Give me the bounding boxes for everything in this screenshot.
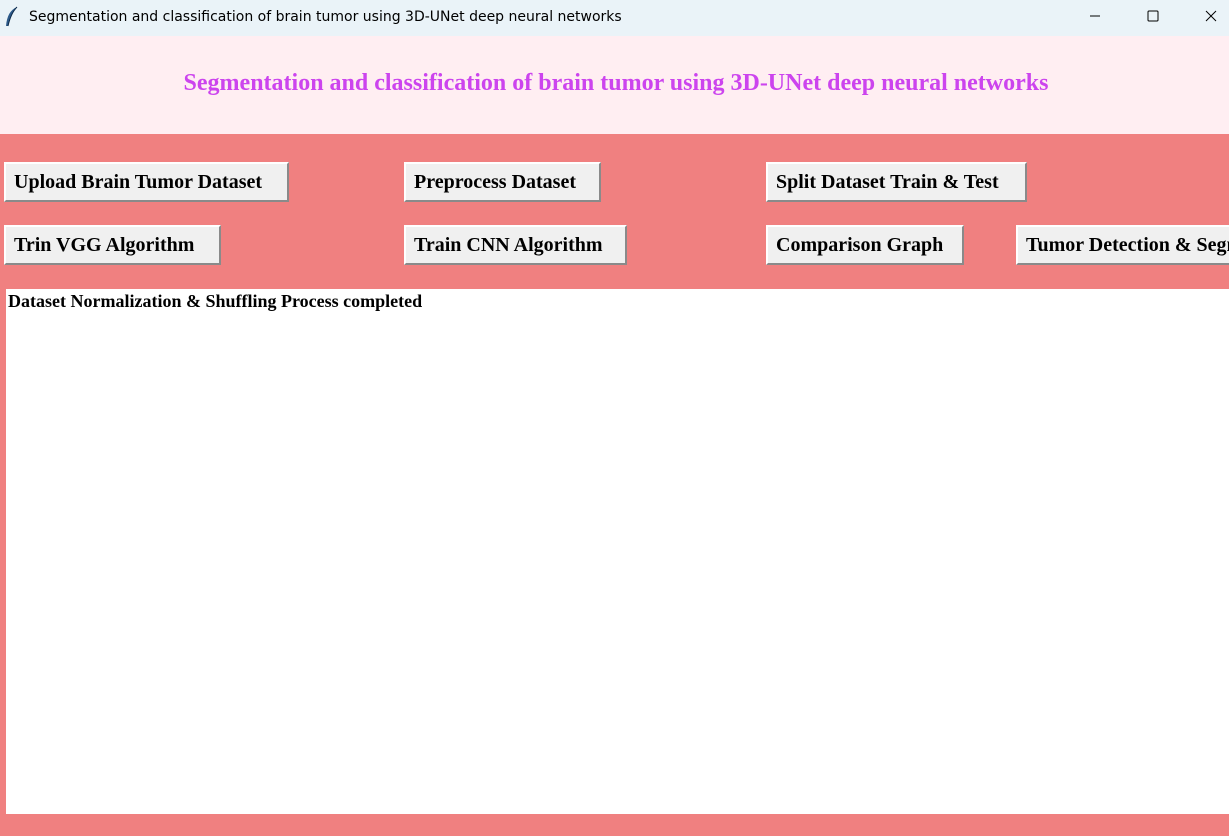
- train-vgg-button[interactable]: Trin VGG Algorithm: [4, 225, 221, 265]
- close-icon: [1205, 9, 1217, 27]
- output-text-area[interactable]: Dataset Normalization & Shuffling Proces…: [6, 289, 1229, 814]
- train-cnn-button[interactable]: Train CNN Algorithm: [404, 225, 627, 265]
- window-title: Segmentation and classification of brain…: [29, 9, 622, 25]
- minimize-button[interactable]: [1066, 0, 1124, 36]
- close-button[interactable]: [1182, 0, 1229, 36]
- feather-icon: [4, 6, 20, 28]
- preprocess-dataset-button[interactable]: Preprocess Dataset: [404, 162, 601, 202]
- header-banner: Segmentation and classification of brain…: [0, 36, 1229, 134]
- maximize-icon: [1147, 9, 1159, 27]
- title-bar: Segmentation and classification of brain…: [0, 0, 1229, 36]
- upload-dataset-button[interactable]: Upload Brain Tumor Dataset: [4, 162, 289, 202]
- comparison-graph-button[interactable]: Comparison Graph: [766, 225, 964, 265]
- output-line: Dataset Normalization & Shuffling Proces…: [8, 291, 423, 311]
- minimize-icon: [1089, 9, 1101, 27]
- maximize-button[interactable]: [1124, 0, 1182, 36]
- tumor-detection-button[interactable]: Tumor Detection & Segmentation: [1016, 225, 1229, 265]
- page-title: Segmentation and classification of brain…: [183, 70, 1049, 96]
- app-window: Segmentation and classification of brain…: [0, 0, 1229, 836]
- split-dataset-button[interactable]: Split Dataset Train & Test: [766, 162, 1027, 202]
